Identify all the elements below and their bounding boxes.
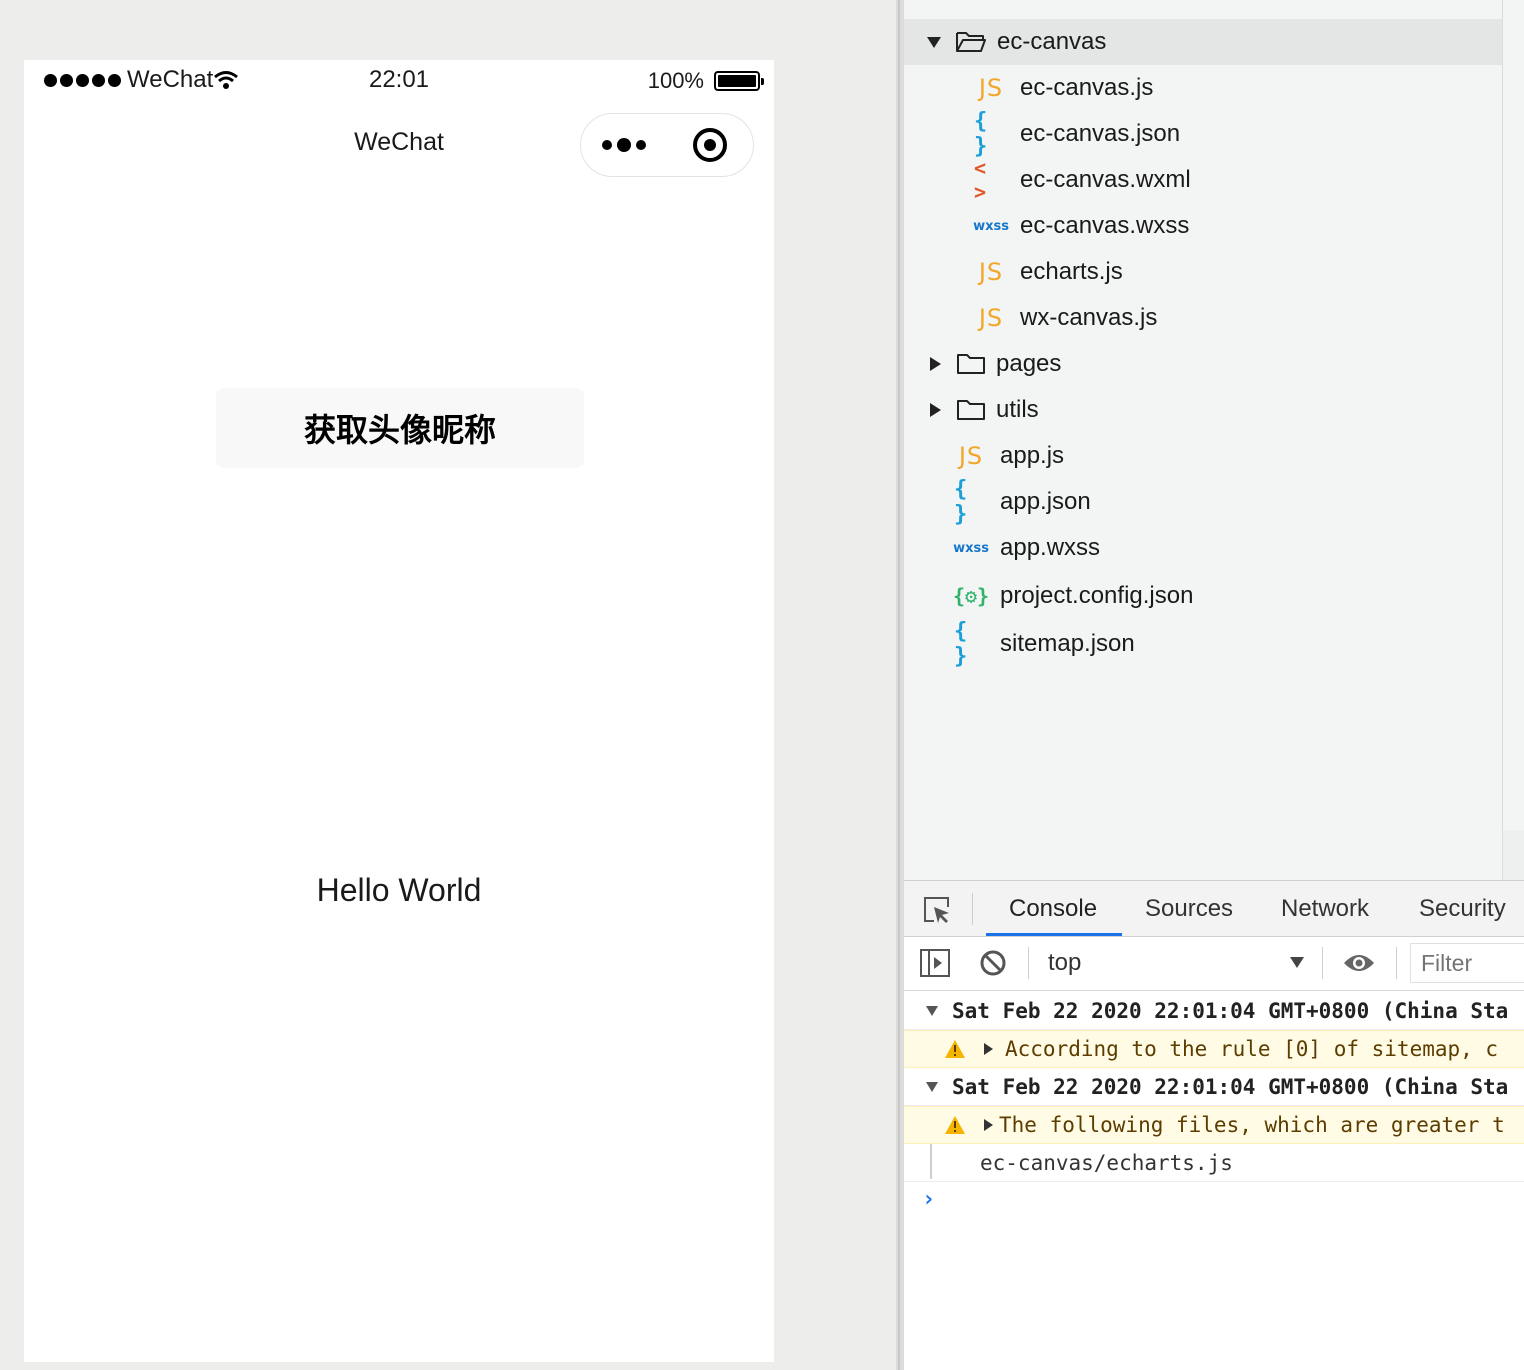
console-log-line: ec-canvas/echarts.js [904, 1144, 1524, 1182]
folder-icon [957, 354, 985, 374]
console-group-header[interactable]: Sat Feb 22 2020 22:01:04 GMT+0800 (China… [904, 992, 1524, 1030]
collapsed-arrow-icon [930, 403, 941, 417]
tree-file-project-config-json[interactable]: {⚙} project.config.json [904, 573, 1502, 619]
more-options-icon[interactable] [581, 138, 667, 152]
collapsed-arrow-icon [984, 1119, 993, 1131]
warning-icon [944, 1115, 966, 1135]
tree-label: ec-canvas.wxss [1020, 212, 1190, 239]
context-selector[interactable]: top [1048, 949, 1081, 977]
tree-label: app.js [1000, 442, 1065, 469]
battery-percent: 100% [647, 68, 704, 93]
tree-label: wx-canvas.js [1020, 304, 1158, 331]
tab-network[interactable]: Network [1281, 895, 1369, 923]
tree-file-ec-canvas-wxss[interactable]: wxss ec-canvas.wxss [904, 203, 1502, 249]
file-explorer: ec-canvas JS ec-canvas.js { } ec-canvas.… [904, 0, 1524, 880]
tree-file-wx-canvas-js[interactable]: JS wx-canvas.js [904, 295, 1502, 341]
log-text: ec-canvas/echarts.js [980, 1150, 1233, 1175]
phone-simulator: WeChat 22:01 100% WeChat 获取头像昵称 Hello Wo… [24, 60, 774, 1362]
console-warning[interactable]: The following files, which are greater t [904, 1106, 1524, 1144]
console-warning[interactable]: According to the rule [0] of sitemap, c [904, 1030, 1524, 1068]
tree-label: sitemap.json [1000, 630, 1135, 657]
navigation-bar: WeChat [24, 110, 774, 178]
tree-file-app-json[interactable]: { } app.json [904, 477, 1502, 527]
tree-file-ec-canvas-json[interactable]: { } ec-canvas.json [904, 109, 1502, 159]
folder-open-icon [956, 32, 986, 52]
target-icon [693, 128, 727, 162]
status-right: 100% [647, 68, 764, 94]
toolbar-separator [1322, 947, 1323, 979]
tree-file-sitemap-json[interactable]: { } sitemap.json [904, 619, 1502, 669]
expanded-arrow-icon [926, 1005, 938, 1016]
js-file-icon: JS [958, 442, 984, 470]
log-text: The following files, which are greater t [999, 1113, 1505, 1137]
eye-icon[interactable] [1342, 951, 1376, 975]
tab-sources[interactable]: Sources [1145, 895, 1233, 923]
get-avatar-nickname-button[interactable]: 获取头像昵称 [216, 388, 584, 468]
console-prompt-icon[interactable]: › [922, 1187, 935, 1212]
wxss-file-icon: wxss [953, 540, 989, 556]
devtools-tab-bar: Console Sources Network Security [904, 881, 1524, 937]
tree-file-app-wxss[interactable]: wxss app.wxss [904, 525, 1502, 571]
tree-file-ec-canvas-wxml[interactable]: < > ec-canvas.wxml [904, 156, 1502, 204]
json-file-icon: { } [954, 477, 968, 527]
js-file-icon: JS [978, 304, 1004, 332]
tree-label: app.json [1000, 488, 1091, 515]
tree-label: ec-canvas.js [1020, 74, 1154, 101]
menu-capsule [580, 113, 754, 177]
log-text: Sat Feb 22 2020 22:01:04 GMT+0800 (China… [952, 1074, 1509, 1099]
js-file-icon: JS [978, 74, 1004, 102]
tree-label: project.config.json [1000, 582, 1194, 609]
active-tab-indicator [986, 933, 1122, 936]
tab-separator [972, 893, 973, 925]
tree-label: echarts.js [1020, 258, 1123, 285]
hello-world-text: Hello World [316, 872, 482, 908]
console-group-header[interactable]: Sat Feb 22 2020 22:01:04 GMT+0800 (China… [904, 1068, 1524, 1106]
tab-security[interactable]: Security [1419, 895, 1506, 923]
tree-label: pages [996, 350, 1062, 377]
tree-file-echarts-js[interactable]: JS echarts.js [904, 249, 1502, 295]
explorer-scroll-border [1502, 0, 1503, 880]
log-text: Sat Feb 22 2020 22:01:04 GMT+0800 (China… [952, 998, 1509, 1023]
ide-window: WeChat 22:01 100% WeChat 获取头像昵称 Hello Wo… [0, 0, 1524, 1370]
project-config-icon: {⚙} [952, 584, 990, 608]
tree-folder-pages[interactable]: pages [904, 341, 1502, 387]
tab-console[interactable]: Console [1009, 895, 1097, 923]
tree-file-ec-canvas-js[interactable]: JS ec-canvas.js [904, 65, 1502, 111]
close-miniprogram-button[interactable] [667, 128, 753, 162]
console-toolbar: top [904, 937, 1524, 991]
tree-label: utils [996, 396, 1039, 423]
battery-icon [714, 71, 764, 91]
toolbar-separator [1396, 947, 1397, 979]
explorer-scroll-corner [1503, 830, 1524, 880]
status-bar: WeChat 22:01 100% [24, 60, 774, 100]
inspect-element-icon[interactable] [922, 895, 952, 925]
warning-icon [944, 1039, 966, 1059]
devtools-panel: Console Sources Network Security top Fil… [904, 880, 1524, 1370]
log-text: According to the rule [0] of sitemap, c [1005, 1037, 1499, 1061]
json-file-icon: { } [974, 109, 988, 159]
collapsed-arrow-icon [930, 357, 941, 371]
expanded-arrow-icon [926, 1081, 938, 1092]
clear-console-icon[interactable] [979, 949, 1007, 977]
tree-label: ec-canvas [997, 28, 1107, 55]
tree-label: app.wxss [1000, 534, 1101, 561]
panel-splitter[interactable] [896, 0, 904, 1370]
tree-folder-ec-canvas[interactable]: ec-canvas [904, 19, 1502, 65]
dropdown-arrow-icon[interactable] [1290, 957, 1304, 968]
tree-label: ec-canvas.wxml [1020, 166, 1191, 193]
js-file-icon: JS [978, 258, 1004, 286]
collapsed-arrow-icon [984, 1043, 993, 1055]
console-filter-input[interactable] [1410, 943, 1524, 983]
json-file-icon: { } [954, 619, 968, 669]
wxss-file-icon: wxss [973, 218, 1009, 234]
expanded-arrow-icon [927, 36, 941, 48]
wxml-file-icon: < > [974, 156, 987, 204]
sidebar-toggle-icon[interactable] [920, 949, 950, 977]
toolbar-separator [1028, 947, 1029, 979]
tree-folder-utils[interactable]: utils [904, 387, 1502, 433]
tree-file-app-js[interactable]: JS app.js [904, 433, 1502, 479]
tree-label: ec-canvas.json [1020, 120, 1181, 147]
folder-icon [957, 400, 985, 420]
